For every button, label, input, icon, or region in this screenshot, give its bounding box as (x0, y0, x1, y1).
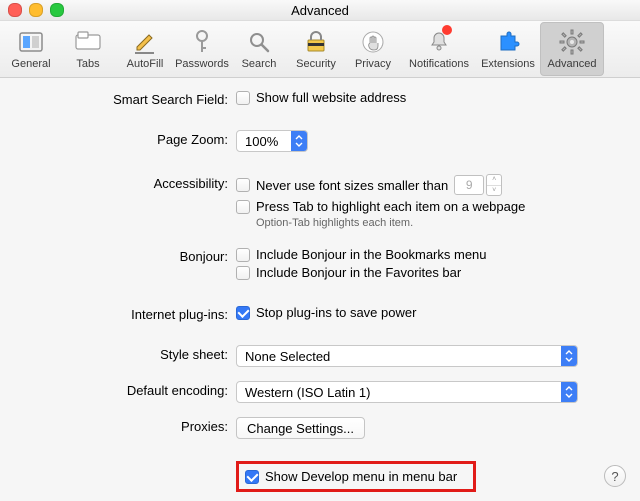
close-window-button[interactable] (8, 3, 22, 17)
encoding-value: Western (ISO Latin 1) (245, 385, 553, 400)
preferences-toolbar: General Tabs AutoFill Passwords (0, 21, 640, 78)
stylesheet-label: Style sheet: (10, 345, 236, 362)
tabs-icon (74, 28, 102, 56)
popup-arrows-icon (291, 131, 307, 151)
pencil-icon (131, 28, 159, 56)
change-settings-button[interactable]: Change Settings... (236, 417, 365, 439)
bonjour-bookmarks-text: Include Bonjour in the Bookmarks menu (256, 247, 487, 262)
tab-notifications[interactable]: Notifications (402, 23, 476, 75)
lock-icon (302, 28, 330, 56)
show-develop-text: Show Develop menu in menu bar (265, 469, 457, 484)
stylesheet-value: None Selected (245, 349, 553, 364)
window-title: Advanced (291, 3, 349, 18)
popup-arrows-icon (561, 382, 577, 402)
switch-icon (17, 28, 45, 56)
option-tab-hint: Option-Tab highlights each item. (256, 217, 413, 229)
show-full-address-checkbox[interactable] (236, 91, 250, 105)
min-font-size-text: Never use font sizes smaller than (256, 178, 448, 193)
smart-search-label: Smart Search Field: (10, 90, 236, 107)
min-font-size-checkbox[interactable] (236, 178, 250, 192)
tab-advanced[interactable]: Advanced (540, 22, 604, 76)
bonjour-bookmarks-checkbox[interactable] (236, 248, 250, 262)
page-zoom-popup[interactable]: 100% (236, 130, 308, 152)
press-tab-checkbox[interactable] (236, 200, 250, 214)
page-zoom-label: Page Zoom: (10, 130, 236, 147)
minimize-window-button[interactable] (29, 3, 43, 17)
zoom-window-button[interactable] (50, 3, 64, 17)
tab-passwords[interactable]: Passwords (174, 23, 230, 75)
stop-plugins-checkbox[interactable] (236, 306, 250, 320)
bonjour-favorites-checkbox[interactable] (236, 266, 250, 280)
show-full-address-checkbox-row: Show full website address (236, 90, 406, 105)
notification-badge-icon (442, 25, 452, 35)
show-full-address-text: Show full website address (256, 90, 406, 105)
show-develop-checkbox[interactable] (245, 470, 259, 484)
hand-icon (359, 28, 387, 56)
tab-extensions[interactable]: Extensions (477, 23, 539, 75)
tab-general[interactable]: General (3, 23, 59, 75)
tab-autofill[interactable]: AutoFill (117, 23, 173, 75)
traffic-lights (8, 3, 64, 17)
stop-plugins-text: Stop plug-ins to save power (256, 305, 416, 320)
gear-icon (558, 28, 586, 56)
proxies-label: Proxies: (10, 417, 236, 434)
key-icon (188, 28, 216, 56)
help-icon: ? (611, 469, 618, 484)
accessibility-label: Accessibility: (10, 174, 236, 191)
stylesheet-popup[interactable]: None Selected (236, 345, 578, 367)
encoding-popup[interactable]: Western (ISO Latin 1) (236, 381, 578, 403)
page-zoom-value: 100% (245, 134, 283, 149)
tab-privacy[interactable]: Privacy (345, 23, 401, 75)
press-tab-text: Press Tab to highlight each item on a we… (256, 199, 525, 214)
bonjour-label: Bonjour: (10, 247, 236, 264)
content-area: Smart Search Field: Show full website ad… (0, 78, 640, 492)
puzzle-icon (494, 28, 522, 56)
tab-tabs[interactable]: Tabs (60, 23, 116, 75)
popup-arrows-icon (561, 346, 577, 366)
stepper-down-icon: ˅ (487, 186, 501, 196)
titlebar: Advanced (0, 0, 640, 21)
encoding-label: Default encoding: (10, 381, 236, 398)
develop-menu-highlight: Show Develop menu in menu bar (236, 461, 476, 492)
search-icon (245, 28, 273, 56)
tab-search[interactable]: Search (231, 23, 287, 75)
bonjour-favorites-text: Include Bonjour in the Favorites bar (256, 265, 461, 280)
stepper-up-icon: ˄ (487, 175, 501, 186)
tab-security[interactable]: Security (288, 23, 344, 75)
min-font-size-stepper[interactable]: ˄˅ (486, 174, 502, 196)
plugins-label: Internet plug-ins: (10, 305, 236, 322)
help-button[interactable]: ? (604, 465, 626, 487)
min-font-size-value[interactable]: 9 (454, 175, 484, 195)
